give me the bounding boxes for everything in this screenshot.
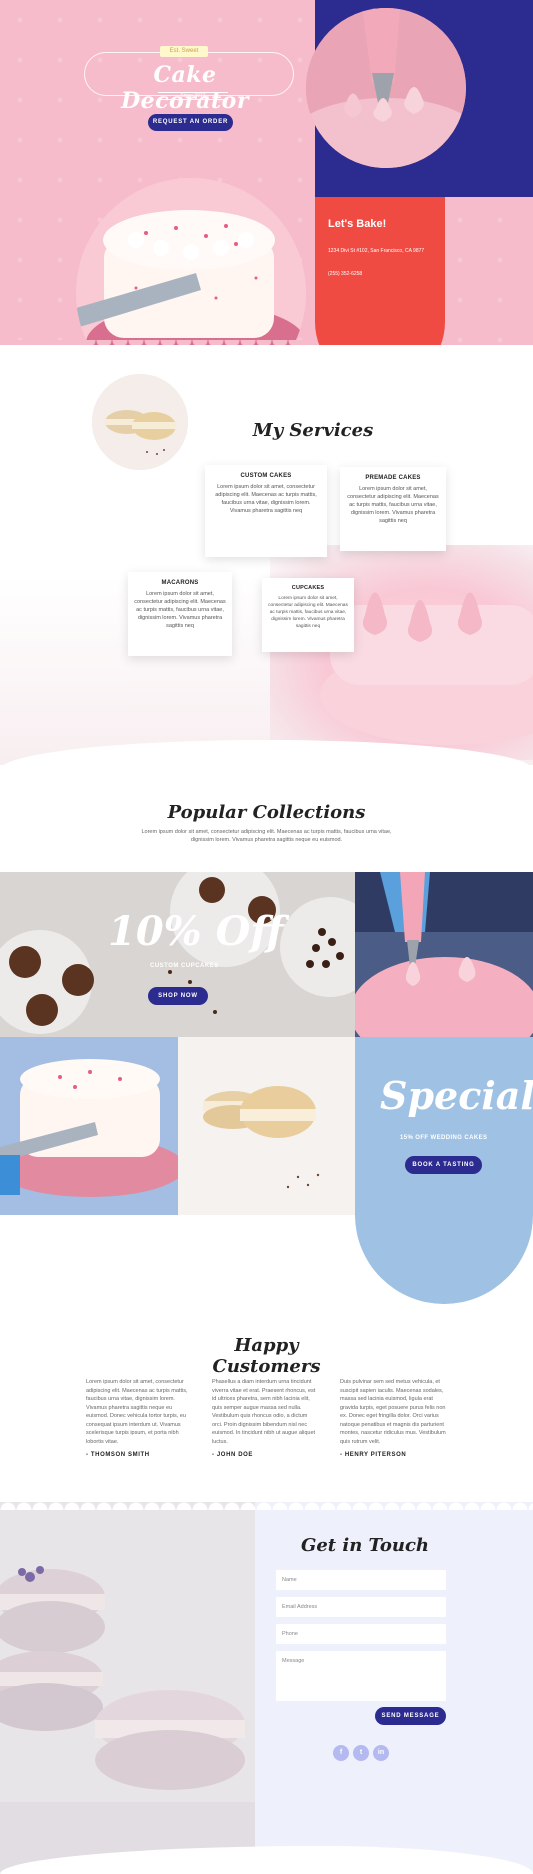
contact-title: Get in Touch [300,1535,430,1556]
service-card-title: CUSTOM CAKES [240,473,292,479]
logo-badge: Est. Sweet [160,46,208,57]
macaron-stack-image [0,1502,255,1874]
twitter-icon[interactable]: t [353,1745,369,1761]
testimonial-text: Phasellus a diam interdum urna tincidunt… [212,1379,316,1445]
linkedin-icon[interactable]: in [373,1745,389,1761]
logo-subtitle: Since 2013 [158,92,228,100]
special-subtitle: 15% OFF WEDDING CAKES [400,1135,488,1141]
phone-field[interactable]: Phone [276,1624,446,1644]
testimonial-author: - JOHN DOE [212,1452,254,1458]
name-field[interactable]: Name [276,1570,446,1590]
service-card-title: MACARONS [161,580,199,586]
email-field[interactable]: Email Address [276,1597,446,1617]
service-card-cupcakes: CUPCAKES Lorem ipsum dolor sit amet, con… [262,578,354,652]
service-card-custom-cakes: CUSTOM CAKES Lorem ipsum dolor sit amet,… [205,465,327,557]
special-big-text: Special [380,1073,533,1118]
service-card-text: Lorem ipsum dolor sit amet, consectetur … [215,484,317,514]
testimonial-author: - THOMSON SMITH [86,1452,150,1458]
page: Est. Sweet Cake Decorator Since 2013 REQ… [0,0,533,1874]
macaron-image-2 [178,1037,355,1215]
service-card-macarons: MACARONS Lorem ipsum dolor sit amet, con… [128,572,232,656]
testimonial-2: Phasellus a diam interdum urna tincidunt… [212,1378,316,1458]
contact-scallop-divider [0,1498,533,1510]
send-message-button[interactable]: SEND MESSAGE [375,1707,446,1725]
testimonial-author: - HENRY PITERSON [340,1452,407,1458]
sprinkle-cake-image-2 [0,1037,178,1215]
testimonials-title: Happy Customers [212,1335,321,1377]
service-card-title: CUPCAKES [291,585,325,591]
promo-subtitle: CUSTOM CUPCAKES [150,963,219,969]
collections-intro: Lorem ipsum dolor sit amet, consectetur … [141,829,392,843]
shop-now-button[interactable]: SHOP NOW [148,987,208,1005]
request-order-button[interactable]: REQUEST AN ORDER [148,114,233,131]
macaron-image [88,370,192,474]
promo-big-text: 10% Off [108,908,284,955]
services-title: My Services [252,420,374,441]
piping-cake-image [355,872,533,1037]
message-field[interactable]: Message [276,1651,446,1701]
service-card-title: PREMADE CAKES [365,475,421,481]
service-card-text: Lorem ipsum dolor sit amet, consectetur … [134,591,226,629]
service-card-text: Lorem ipsum dolor sit amet, consectetur … [268,596,348,629]
testimonial-3: Duis pulvinar sem sed metus vehicula, et… [340,1378,448,1458]
testimonial-1: Lorem ipsum dolor sit amet, consectetur … [86,1378,192,1458]
logo-title: Cake Decorator [121,62,249,114]
testimonial-text: Duis pulvinar sem sed metus vehicula, et… [340,1379,446,1445]
testimonial-text: Lorem ipsum dolor sit amet, consectetur … [86,1379,188,1445]
hero-address: 1234 Divi St #102, San Francisco, CA 987… [328,248,425,254]
facebook-icon[interactable]: f [333,1745,349,1761]
hero-phone[interactable]: (255) 352-6258 [328,271,362,277]
piping-bag-image [306,8,466,168]
service-card-text: Lorem ipsum dolor sit amet, consectetur … [347,486,439,524]
lets-bake-heading: Let's Bake! [328,218,387,230]
book-tasting-button[interactable]: BOOK A TASTING [405,1156,482,1174]
collections-title: Popular Collections [167,802,366,823]
service-card-premade-cakes: PREMADE CAKES Lorem ipsum dolor sit amet… [340,467,446,551]
